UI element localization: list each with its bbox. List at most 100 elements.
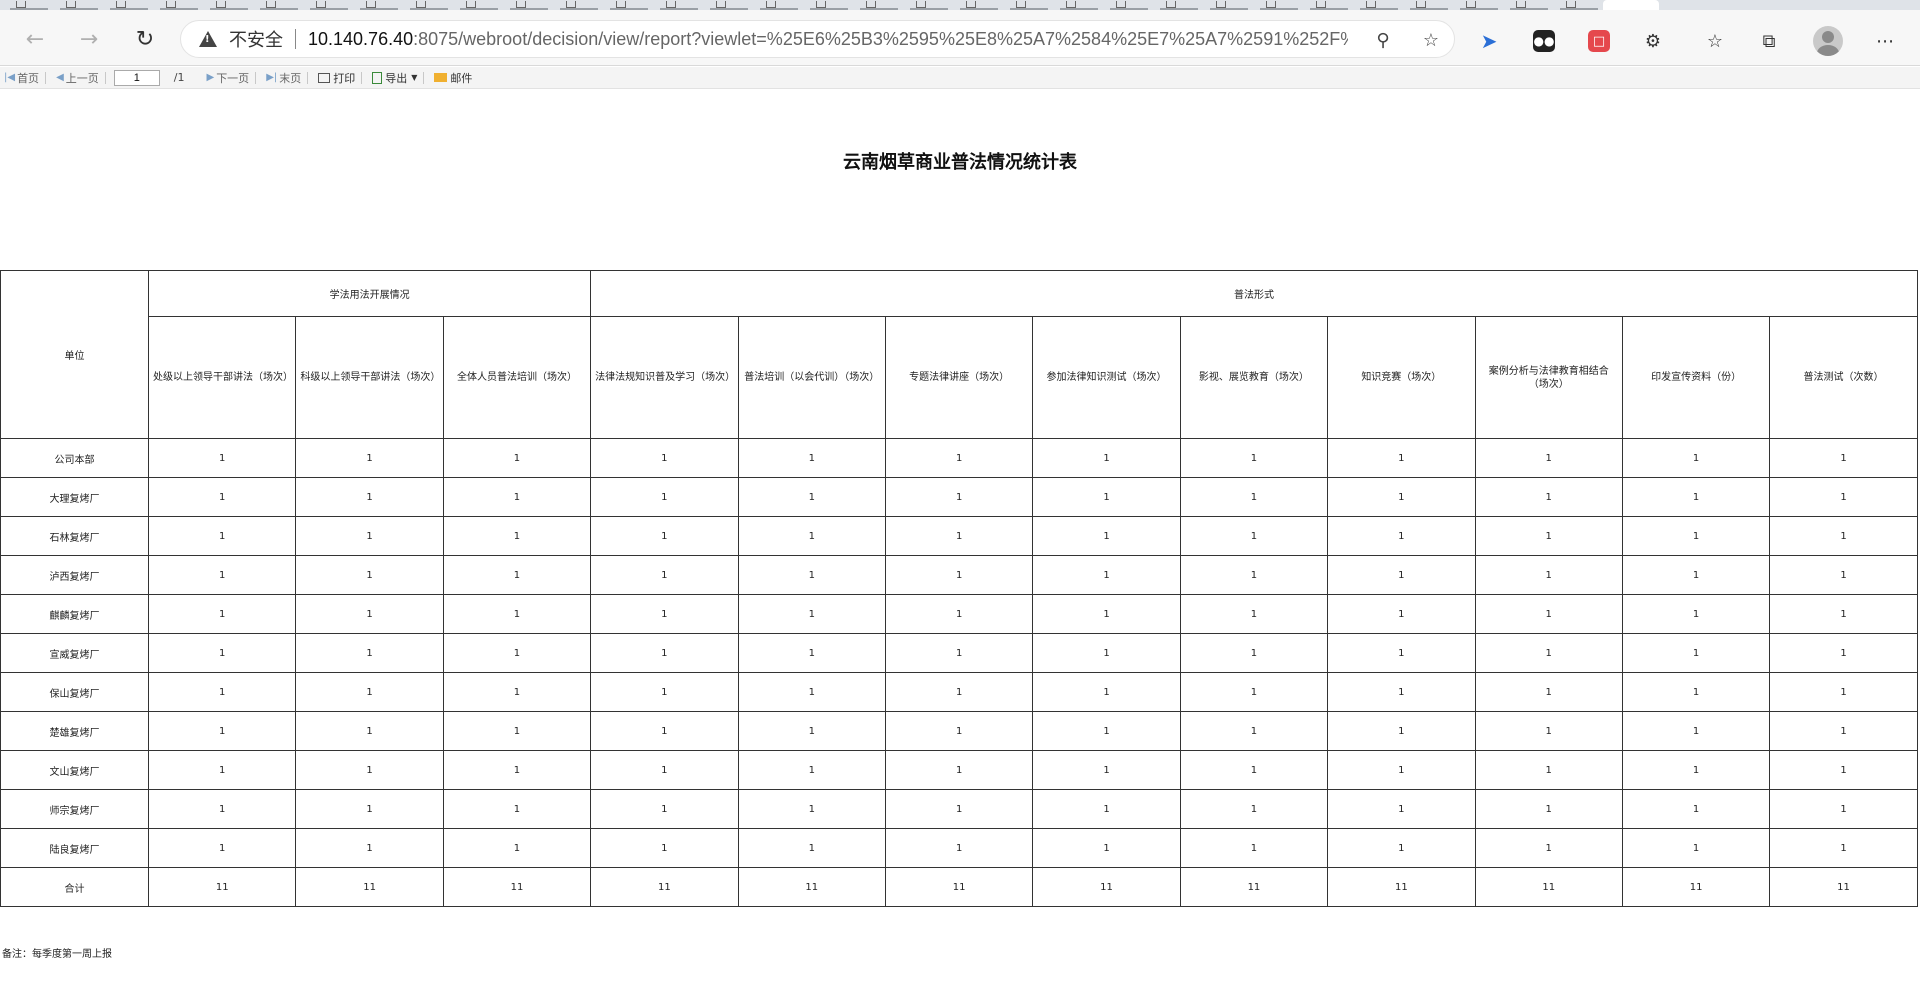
value-cell: 1: [737, 672, 886, 712]
value-cell: 1: [295, 555, 444, 595]
browser-tab[interactable]: [1060, 0, 1098, 10]
value-cell: 1: [442, 516, 592, 556]
value-cell: 1: [1769, 477, 1918, 517]
toolbar-divider: [104, 71, 106, 84]
insecure-label[interactable]: 不安全: [229, 26, 283, 52]
value-cell: 11: [1327, 867, 1476, 907]
mail-button[interactable]: 邮件: [434, 70, 472, 86]
last-page-button[interactable]: ▶| 末页: [266, 70, 301, 86]
browser-tab[interactable]: [360, 0, 398, 10]
browser-tab[interactable]: [110, 0, 148, 10]
prev-page-label: 上一页: [65, 71, 99, 85]
value-cell: 1: [590, 672, 739, 712]
forward-icon[interactable]: →: [74, 24, 104, 54]
browser-tab[interactable]: [1410, 0, 1448, 10]
column-header: 知识竞赛（场次）: [1327, 316, 1476, 439]
browser-tab[interactable]: [910, 0, 948, 10]
value-cell: 11: [1621, 867, 1771, 907]
value-cell: 1: [442, 750, 592, 790]
browser-tab[interactable]: [560, 0, 598, 10]
extensions-icon[interactable]: ⚙: [1640, 28, 1666, 54]
browser-tab[interactable]: [160, 0, 198, 10]
browser-tab[interactable]: [1310, 0, 1348, 10]
export-icon: [372, 71, 383, 84]
favorites-icon[interactable]: ☆: [1702, 28, 1728, 54]
browser-tab[interactable]: [660, 0, 698, 10]
profile-avatar[interactable]: [1813, 26, 1843, 56]
browser-tab[interactable]: [810, 0, 848, 10]
value-cell: 1: [1179, 672, 1329, 712]
prev-page-icon: ◀: [56, 72, 64, 83]
browser-tab[interactable]: [210, 0, 248, 10]
browser-tab[interactable]: [410, 0, 448, 10]
column-header: 普法培训（以会代训）（场次）: [737, 316, 886, 439]
unit-cell: 楚雄复烤厂: [0, 711, 149, 751]
browser-tab[interactable]: [710, 0, 748, 10]
unit-cell: 泸西复烤厂: [0, 555, 149, 595]
browser-tab[interactable]: [1510, 0, 1548, 10]
value-cell: 1: [1769, 711, 1918, 751]
browser-tab[interactable]: [310, 0, 348, 10]
column-header: 处级以上领导干部讲法（场次）: [147, 316, 297, 439]
value-cell: 1: [1621, 633, 1771, 673]
value-cell: 1: [1179, 828, 1329, 868]
browser-tab-active[interactable]: [1603, 0, 1659, 10]
table-row: 泸西复烤厂 1 1 1 1 1 1 1 1 1 1 1 1: [0, 555, 1918, 595]
value-cell: 1: [1327, 711, 1476, 751]
browser-tab[interactable]: [860, 0, 898, 10]
collections-icon[interactable]: ⧉: [1756, 28, 1782, 54]
favorite-add-icon[interactable]: ☆: [1419, 28, 1443, 52]
column-header: 印发宣传资料（份）: [1621, 316, 1771, 439]
browser-tab[interactable]: [1160, 0, 1198, 10]
browser-tab[interactable]: [460, 0, 498, 10]
value-cell: 1: [884, 711, 1034, 751]
value-cell: 1: [590, 711, 739, 751]
value-cell: 1: [442, 555, 592, 595]
prev-page-button[interactable]: ◀ 上一页: [56, 70, 99, 86]
value-cell: 1: [884, 438, 1034, 478]
next-page-button[interactable]: ▶ 下一页: [206, 70, 249, 86]
back-icon[interactable]: ←: [20, 24, 50, 54]
report-toolbar: |◀首页 ◀上一页 /1 ▶下一页 ▶|末页 打印 导出▼ 邮件: [0, 67, 1920, 89]
extension-red-icon[interactable]: □: [1588, 30, 1610, 52]
browser-tab[interactable]: [1360, 0, 1398, 10]
print-button[interactable]: 打印: [318, 70, 355, 86]
value-cell: 1: [1327, 516, 1476, 556]
browser-tab[interactable]: [1010, 0, 1048, 10]
browser-tab[interactable]: [10, 0, 48, 10]
page-number-input[interactable]: [113, 69, 160, 86]
value-cell: 1: [1769, 594, 1918, 634]
extension-blue-icon[interactable]: ➤: [1476, 28, 1502, 54]
table-row: 保山复烤厂 1 1 1 1 1 1 1 1 1 1 1 1: [0, 672, 1918, 712]
browser-tab[interactable]: [260, 0, 298, 10]
zoom-icon[interactable]: ⚲: [1371, 28, 1395, 52]
reload-icon[interactable]: ↻: [130, 24, 160, 54]
value-cell: 1: [1327, 438, 1476, 478]
first-page-button[interactable]: |◀ 首页: [4, 70, 39, 86]
value-cell: 1: [1474, 711, 1623, 751]
value-cell: 1: [737, 750, 886, 790]
address-bar[interactable]: 不安全 10.140.76.40:8075/webroot/decision/v…: [180, 20, 1455, 58]
browser-tab[interactable]: [1110, 0, 1148, 10]
browser-tab[interactable]: [1260, 0, 1298, 10]
warning-icon[interactable]: [199, 31, 217, 47]
extension-dark-icon[interactable]: ●●: [1533, 30, 1555, 52]
browser-tab[interactable]: [1460, 0, 1498, 10]
browser-tab[interactable]: [960, 0, 998, 10]
value-cell: 1: [737, 477, 886, 517]
more-icon[interactable]: ⋯: [1872, 28, 1898, 54]
value-cell: 1: [1032, 477, 1181, 517]
value-cell: 1: [737, 555, 886, 595]
value-cell: 1: [1621, 789, 1771, 829]
browser-tab[interactable]: [60, 0, 98, 10]
export-button[interactable]: 导出 ▼: [372, 70, 417, 86]
browser-tab[interactable]: [1210, 0, 1248, 10]
browser-tab[interactable]: [1560, 0, 1598, 10]
value-cell: 1: [1327, 789, 1476, 829]
browser-tab[interactable]: [760, 0, 798, 10]
url-text[interactable]: 10.140.76.40:8075/webroot/decision/view/…: [308, 29, 1348, 50]
browser-tab[interactable]: [610, 0, 648, 10]
browser-tab[interactable]: [510, 0, 548, 10]
table-row: 楚雄复烤厂 1 1 1 1 1 1 1 1 1 1 1 1: [0, 711, 1918, 751]
value-cell: 11: [147, 867, 297, 907]
